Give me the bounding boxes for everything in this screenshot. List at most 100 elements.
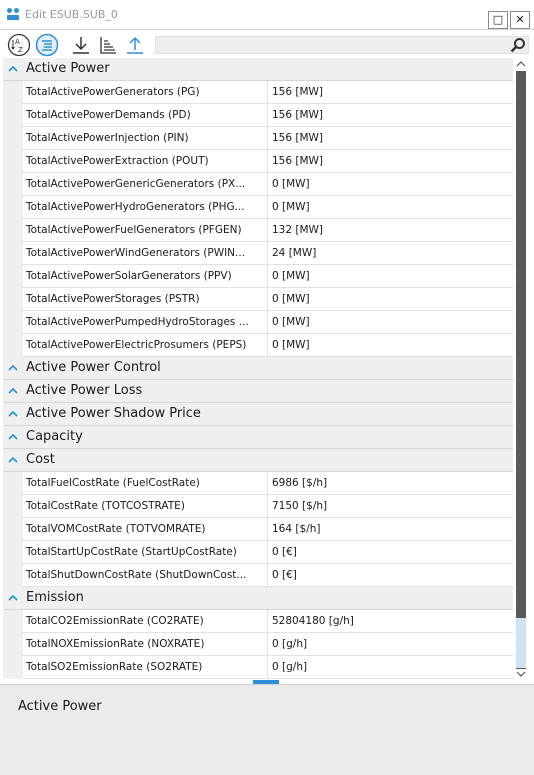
row-margin — [3, 196, 23, 219]
chevron-up-icon[interactable] — [7, 454, 19, 466]
vertical-scrollbar[interactable] — [514, 58, 528, 680]
sort-icon[interactable] — [96, 33, 120, 57]
category-header[interactable]: Cost — [3, 449, 513, 472]
property-value[interactable]: 0 [MW] — [268, 288, 513, 311]
property-row[interactable]: TotalNOXEmissionRate (NOXRATE) 0 [g/h] — [3, 633, 513, 656]
row-margin — [3, 242, 23, 265]
property-value[interactable]: 156 [MW] — [268, 127, 513, 150]
category-header[interactable]: Active Power Loss — [3, 380, 513, 403]
chevron-up-icon[interactable] — [7, 431, 19, 443]
property-row[interactable]: TotalActivePowerWindGenerators (PWIN... 2… — [3, 242, 513, 265]
property-value[interactable]: 132 [MW] — [268, 219, 513, 242]
property-name: TotalActivePowerInjection (PIN) — [23, 127, 268, 150]
download-icon[interactable] — [69, 33, 93, 57]
restore-button[interactable]: □ — [488, 11, 508, 29]
property-row[interactable]: TotalActivePowerFuelGenerators (PFGEN) 13… — [3, 219, 513, 242]
property-name: TotalActivePowerDemands (PD) — [23, 104, 268, 127]
property-row[interactable]: TotalCostRate (TOTCOSTRATE) 7150 [$/h] — [3, 495, 513, 518]
categorize-icon[interactable] — [35, 33, 59, 57]
search-input[interactable] — [155, 36, 529, 54]
property-name: TotalActivePowerElectricProsumers (PEPS) — [23, 334, 268, 357]
property-grid[interactable]: Active Power TotalActivePowerGenerators (… — [3, 58, 513, 680]
property-value[interactable]: 156 [MW] — [268, 81, 513, 104]
property-value[interactable]: 52804180 [g/h] — [268, 610, 513, 633]
row-margin — [3, 472, 23, 495]
property-row[interactable]: TotalActivePowerSolarGenerators (PPV) 0 [… — [3, 265, 513, 288]
property-value[interactable]: 164 [$/h] — [268, 518, 513, 541]
category-label: Active Power Shadow Price — [26, 406, 201, 421]
property-row[interactable]: TotalActivePowerHydroGenerators (PHG... 0… — [3, 196, 513, 219]
title-bar: Edit ESUB.SUB_0 □ ✕ — [0, 0, 534, 30]
property-value[interactable]: 0 [€] — [268, 541, 513, 564]
property-value[interactable]: 6986 [$/h] — [268, 472, 513, 495]
row-margin — [3, 81, 23, 104]
property-row[interactable]: TotalVOMCostRate (TOTVOMRATE) 164 [$/h] — [3, 518, 513, 541]
scrollbar-thumb[interactable] — [516, 71, 526, 669]
property-row[interactable]: TotalActivePowerPumpedHydroStorages ... 0… — [3, 311, 513, 334]
chevron-up-icon[interactable] — [7, 63, 19, 75]
property-value[interactable]: 0 [MW] — [268, 196, 513, 219]
row-margin — [3, 311, 23, 334]
property-name: TotalActivePowerStorages (PSTR) — [23, 288, 268, 311]
property-name: TotalActivePowerGenerators (PG) — [23, 81, 268, 104]
property-row[interactable]: TotalActivePowerGenericGenerators (PX...… — [3, 173, 513, 196]
property-row[interactable]: TotalActivePowerStorages (PSTR) 0 [MW] — [3, 288, 513, 311]
property-row[interactable]: TotalActivePowerDemands (PD) 156 [MW] — [3, 104, 513, 127]
category-label: Active Power Control — [26, 360, 161, 375]
property-row[interactable]: TotalActivePowerInjection (PIN) 156 [MW] — [3, 127, 513, 150]
category-label: Capacity — [26, 429, 83, 444]
row-margin — [3, 288, 23, 311]
row-margin — [3, 564, 23, 587]
property-value[interactable]: 0 [€] — [268, 564, 513, 587]
property-row[interactable]: TotalShutDownCostRate (ShutDownCost... 0 … — [3, 564, 513, 587]
category-header[interactable]: Capacity — [3, 426, 513, 449]
property-name: TotalActivePowerGenericGenerators (PX... — [23, 173, 268, 196]
scroll-down-icon[interactable] — [516, 670, 526, 678]
property-name: TotalActivePowerPumpedHydroStorages ... — [23, 311, 268, 334]
close-button[interactable]: ✕ — [510, 11, 530, 29]
chevron-up-icon[interactable] — [7, 362, 19, 374]
property-name: TotalNOXEmissionRate (NOXRATE) — [23, 633, 268, 656]
row-margin — [3, 518, 23, 541]
property-row[interactable]: TotalFuelCostRate (FuelCostRate) 6986 [$/… — [3, 472, 513, 495]
property-row[interactable]: TotalStartUpCostRate (StartUpCostRate) 0 … — [3, 541, 513, 564]
search-icon[interactable] — [510, 37, 526, 53]
category-label: Active Power Loss — [26, 383, 143, 398]
property-row[interactable]: TotalSO2EmissionRate (SO2RATE) 0 [g/h] — [3, 656, 513, 679]
scrollbar-track-highlight — [516, 618, 526, 668]
chevron-up-icon[interactable] — [7, 408, 19, 420]
property-row[interactable]: TotalCO2EmissionRate (CO2RATE) 52804180 [… — [3, 610, 513, 633]
category-header[interactable]: Emission — [3, 587, 513, 610]
chevron-up-icon[interactable] — [7, 385, 19, 397]
property-value[interactable]: 0 [g/h] — [268, 656, 513, 679]
property-name: TotalCO2EmissionRate (CO2RATE) — [23, 610, 268, 633]
property-value[interactable]: 0 [MW] — [268, 334, 513, 357]
property-row[interactable]: TotalActivePowerGenerators (PG) 156 [MW] — [3, 81, 513, 104]
category-header[interactable]: Active Power Control — [3, 357, 513, 380]
app-logo-icon — [7, 8, 19, 20]
property-row[interactable]: TotalActivePowerElectricProsumers (PEPS)… — [3, 334, 513, 357]
property-value[interactable]: 24 [MW] — [268, 242, 513, 265]
svg-text:Z: Z — [18, 46, 23, 54]
property-name: TotalActivePowerHydroGenerators (PHG... — [23, 196, 268, 219]
category-header[interactable]: Active Power — [3, 58, 513, 81]
scroll-up-icon[interactable] — [516, 60, 526, 68]
property-name: TotalCostRate (TOTCOSTRATE) — [23, 495, 268, 518]
sort-alpha-icon[interactable]: A Z — [7, 33, 31, 57]
property-value[interactable]: 0 [MW] — [268, 173, 513, 196]
property-value[interactable]: 0 [MW] — [268, 265, 513, 288]
svg-text:A: A — [15, 38, 20, 46]
property-value[interactable]: 0 [MW] — [268, 311, 513, 334]
row-margin — [3, 104, 23, 127]
property-name: TotalActivePowerSolarGenerators (PPV) — [23, 265, 268, 288]
row-margin — [3, 610, 23, 633]
category-header[interactable]: Active Power Shadow Price — [3, 403, 513, 426]
property-name: TotalFuelCostRate (FuelCostRate) — [23, 472, 268, 495]
property-value[interactable]: 0 [g/h] — [268, 633, 513, 656]
property-value[interactable]: 156 [MW] — [268, 150, 513, 173]
chevron-up-icon[interactable] — [7, 592, 19, 604]
property-row[interactable]: TotalActivePowerExtraction (POUT) 156 [MW… — [3, 150, 513, 173]
upload-icon[interactable] — [123, 33, 147, 57]
property-value[interactable]: 156 [MW] — [268, 104, 513, 127]
property-value[interactable]: 7150 [$/h] — [268, 495, 513, 518]
